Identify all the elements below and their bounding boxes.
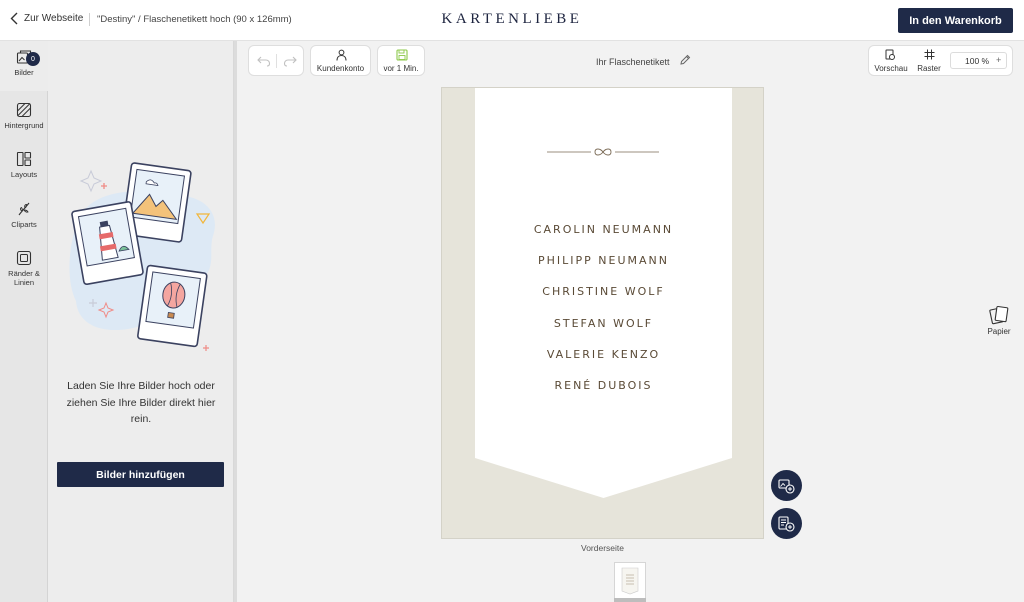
sidebar-item-borders[interactable]: Ränder & Linien bbox=[0, 250, 48, 287]
add-image-fab[interactable] bbox=[771, 470, 802, 501]
add-image-icon bbox=[777, 478, 795, 494]
design-canvas[interactable]: CAROLIN NEUMANN PHILIPP NEUMANN CHRISTIN… bbox=[441, 87, 764, 539]
images-panel: Laden Sie Ihre Bilder hoch oder ziehen S… bbox=[48, 41, 234, 602]
image-count-badge: 0 bbox=[26, 52, 40, 66]
upload-hint-line: Laden Sie Ihre Bilder hoch oder bbox=[67, 380, 215, 392]
add-text-icon bbox=[777, 515, 795, 532]
layouts-icon bbox=[16, 151, 32, 167]
add-to-cart-button[interactable]: In den Warenkorb bbox=[898, 8, 1013, 33]
pencil-icon[interactable] bbox=[679, 54, 691, 66]
preview-label: Vorschau bbox=[874, 64, 908, 73]
thumbnail-active-indicator bbox=[614, 598, 646, 602]
preview-button[interactable]: Vorschau bbox=[871, 46, 911, 75]
preview-icon bbox=[885, 49, 895, 60]
guest-name[interactable]: CHRISTINE WOLF bbox=[475, 285, 732, 298]
guest-name[interactable]: STEFAN WOLF bbox=[475, 317, 732, 330]
sidebar-item-label: Hintergrund bbox=[4, 121, 44, 130]
page-thumbnail[interactable] bbox=[614, 562, 646, 602]
redo-icon[interactable] bbox=[283, 55, 297, 67]
divider bbox=[276, 54, 277, 68]
sidebar-item-cliparts[interactable]: Cliparts bbox=[0, 201, 48, 229]
borders-icon bbox=[16, 250, 32, 266]
panel-divider bbox=[234, 41, 237, 602]
brand-logo: KARTENLIEBE bbox=[441, 11, 583, 27]
add-images-button[interactable]: Bilder hinzufügen bbox=[57, 462, 224, 487]
top-bar: Zur Webseite "Destiny" / Flaschenetikett… bbox=[0, 0, 1024, 41]
guest-name[interactable]: RENÉ DUBOIS bbox=[475, 379, 732, 392]
sidebar-item-label: Bilder bbox=[14, 68, 34, 77]
guest-name[interactable]: CAROLIN NEUMANN bbox=[475, 223, 732, 236]
infinity-ornament bbox=[547, 148, 659, 156]
add-text-fab[interactable] bbox=[771, 508, 802, 539]
customer-account-button[interactable]: Kundenkonto bbox=[310, 45, 371, 76]
paper-label: Papier bbox=[987, 327, 1011, 336]
grid-icon bbox=[924, 49, 935, 60]
zoom-in-button[interactable]: + bbox=[996, 55, 1001, 65]
save-icon bbox=[396, 49, 408, 61]
thumbnail-preview bbox=[621, 567, 639, 595]
guest-name[interactable]: VALERIE KENZO bbox=[475, 348, 732, 361]
zoom-value: 100 % bbox=[965, 56, 990, 66]
undo-redo-group bbox=[248, 45, 304, 76]
zoom-control[interactable]: 100 % + bbox=[950, 52, 1007, 69]
account-label: Kundenkonto bbox=[316, 64, 365, 73]
grid-label: Raster bbox=[917, 64, 941, 73]
sidebar-item-label: Ränder & bbox=[8, 269, 40, 278]
sidebar-item-label: Layouts bbox=[10, 170, 38, 179]
cliparts-icon bbox=[18, 202, 30, 216]
project-title: Ihr Flaschenetikett bbox=[596, 57, 670, 67]
sidebar-item-layouts[interactable]: Layouts bbox=[0, 151, 48, 179]
canvas-side-label: Vorderseite bbox=[581, 543, 624, 553]
sidebar-item-label-line2: Linien bbox=[13, 278, 35, 287]
saved-label: vor 1 Min. bbox=[383, 64, 419, 73]
sidebar-item-hintergrund[interactable]: Hintergrund bbox=[0, 102, 48, 130]
grid-button[interactable]: Raster bbox=[913, 46, 945, 75]
save-status-button[interactable]: vor 1 Min. bbox=[377, 45, 425, 76]
upload-hint-line: rein. bbox=[130, 413, 152, 425]
upload-hint-line: ziehen Sie Ihre Bilder direkt hier bbox=[66, 396, 216, 409]
paper-icon bbox=[989, 305, 1009, 325]
undo-icon[interactable] bbox=[257, 55, 271, 67]
upload-hint: Laden Sie Ihre Bilder hoch oder ziehen S… bbox=[56, 378, 226, 428]
paper-button[interactable]: Papier bbox=[984, 305, 1014, 336]
upload-illustration bbox=[69, 162, 215, 351]
sidebar-item-bilder[interactable]: Bilder 0 bbox=[0, 49, 48, 77]
user-icon bbox=[336, 49, 347, 61]
tool-rail: Bilder 0 Hintergrund Layouts Cliparts Rä… bbox=[0, 41, 48, 602]
sidebar-item-label: Cliparts bbox=[11, 220, 37, 229]
background-icon bbox=[16, 102, 32, 118]
guest-name[interactable]: PHILIPP NEUMANN bbox=[475, 254, 732, 267]
